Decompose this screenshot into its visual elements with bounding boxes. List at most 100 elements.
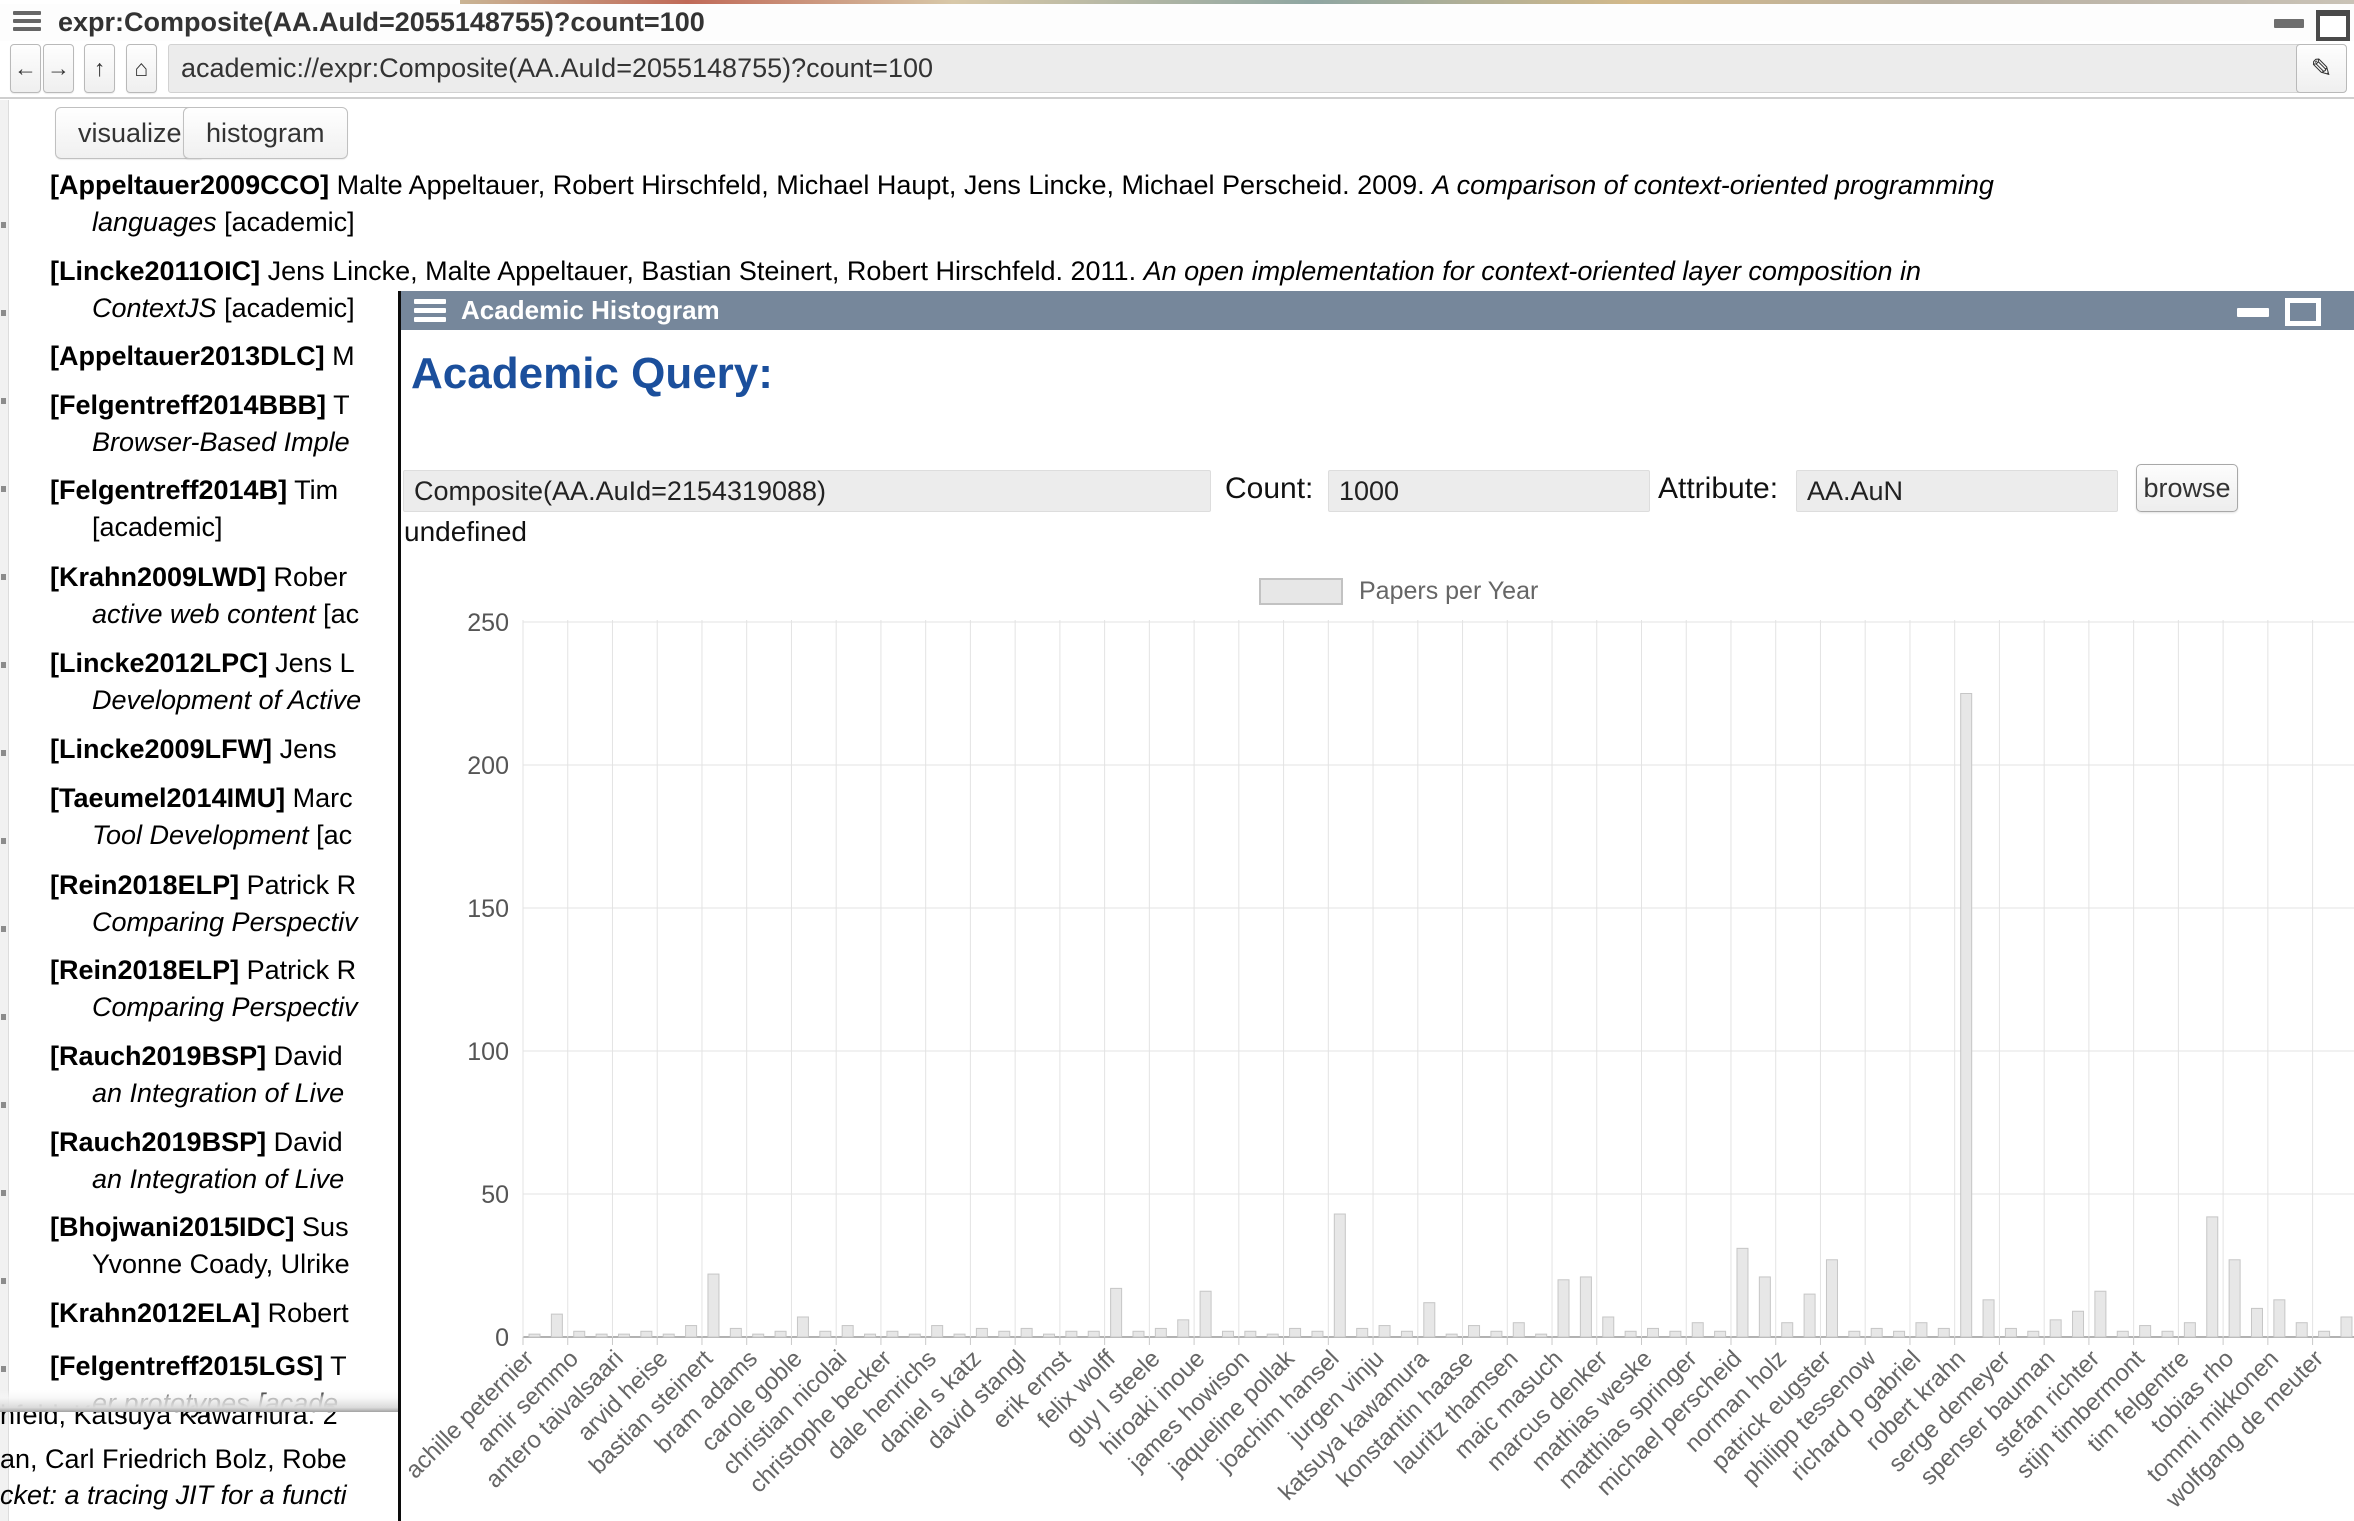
authors-text: T	[323, 1351, 347, 1381]
bar	[1312, 1331, 1323, 1337]
bar	[551, 1314, 562, 1337]
bar	[1871, 1328, 1882, 1337]
scrollbar-marks	[1, 140, 6, 1440]
bar	[1133, 1331, 1144, 1337]
y-axis-tick-label: 50	[481, 1181, 509, 1209]
bar	[1603, 1317, 1614, 1337]
citation-key: [Appeltauer2013DLC]	[50, 341, 325, 371]
bar	[1111, 1288, 1122, 1337]
bar	[1446, 1334, 1457, 1337]
minimize-icon[interactable]	[2274, 19, 2304, 28]
authors-text: Tim	[287, 475, 338, 505]
citation-key: [Taeumel2014IMU]	[50, 783, 285, 813]
citation-key: [Lincke2011OIC]	[50, 256, 260, 286]
status-text: undefined	[404, 516, 527, 548]
count-input[interactable]: 1000	[1328, 470, 1650, 512]
bar	[1916, 1323, 1927, 1337]
bar	[2341, 1317, 2352, 1337]
citation-key: [Felgentreff2014B]	[50, 475, 287, 505]
bar	[1648, 1328, 1659, 1337]
bar	[2229, 1260, 2240, 1337]
bar	[1401, 1331, 1412, 1337]
histogram-maximize-icon[interactable]	[2285, 298, 2321, 326]
background-text-line: an, Carl Friedrich Bolz, Robe	[0, 1444, 347, 1475]
bar	[887, 1331, 898, 1337]
histogram-menu-icon[interactable]	[414, 299, 446, 323]
bar	[1536, 1334, 1547, 1337]
citation-key: [Krahn2009LWD]	[50, 562, 266, 592]
y-axis-tick-label: 150	[467, 895, 509, 923]
pencil-icon: ✎	[2311, 53, 2333, 84]
maximize-icon[interactable]	[2316, 10, 2350, 41]
bar	[999, 1331, 1010, 1337]
main-menu-icon[interactable]	[13, 11, 41, 33]
url-input[interactable]: academic://expr:Composite(AA.AuId=205514…	[168, 44, 2301, 93]
navigation-bar: ← → ↑ ⌂ academic://expr:Composite(AA.AuI…	[0, 41, 2354, 99]
bar	[753, 1334, 764, 1337]
bar	[1491, 1331, 1502, 1337]
bar	[1558, 1280, 1569, 1337]
bar	[708, 1274, 719, 1337]
bar	[2251, 1308, 2262, 1337]
citation-key: [Rauch2019BSP]	[50, 1041, 266, 1071]
paper-entry[interactable]: [Appeltauer2009CCO] Malte Appeltauer, Ro…	[50, 167, 2350, 241]
bar	[775, 1331, 786, 1337]
y-axis-tick-label: 100	[467, 1038, 509, 1066]
bar	[1826, 1260, 1837, 1337]
bar	[1804, 1294, 1815, 1337]
back-button[interactable]: ←	[10, 44, 41, 93]
authors-text: Malte Appeltauer, Robert Hirschfeld, Mic…	[329, 170, 1432, 200]
bar	[1290, 1328, 1301, 1337]
chart-legend[interactable]: Papers per Year	[1259, 577, 1538, 606]
bar	[797, 1317, 808, 1337]
y-axis-tick-label: 0	[495, 1324, 509, 1352]
bar	[1357, 1328, 1368, 1337]
citation-key: [Rein2018ELP]	[50, 870, 239, 900]
left-scrollbar[interactable]	[0, 100, 9, 1521]
edit-url-button[interactable]: ✎	[2296, 44, 2347, 93]
bar	[574, 1331, 585, 1337]
up-button[interactable]: ↑	[84, 44, 115, 93]
authors-text: Jens Lincke, Malte Appeltauer, Bastian S…	[260, 256, 1144, 286]
query-expression-input[interactable]: Composite(AA.AuId=2154319088)	[403, 470, 1211, 512]
bar	[663, 1334, 674, 1337]
authors-text: David	[266, 1127, 343, 1157]
forward-button[interactable]: →	[43, 44, 74, 93]
bar	[2005, 1328, 2016, 1337]
histogram-button[interactable]: histogram	[183, 107, 348, 159]
citation-key: [Lincke2009LFW]	[50, 734, 272, 764]
bar	[842, 1326, 853, 1337]
bar	[932, 1326, 943, 1337]
background-text-line: cket: a tracing JIT for a functi	[0, 1480, 347, 1511]
authors-text: T	[326, 390, 350, 420]
bar	[1178, 1320, 1189, 1337]
action-row: visualize histogram	[0, 99, 2354, 163]
bar	[976, 1328, 987, 1337]
authors-text: Robert	[260, 1298, 349, 1328]
bar	[1200, 1291, 1211, 1337]
bar	[1021, 1328, 1032, 1337]
bar	[1044, 1334, 1055, 1337]
bar	[1938, 1328, 1949, 1337]
bar	[2140, 1326, 2151, 1337]
papers-per-year-chart: 050100150200250achille peternieramir sem…	[401, 606, 2354, 1521]
paper-title: A comparison of context-oriented program…	[1432, 170, 1994, 200]
histogram-titlebar[interactable]: Academic Histogram	[401, 291, 2354, 330]
bar	[909, 1334, 920, 1337]
histogram-minimize-icon[interactable]	[2237, 308, 2269, 317]
home-button[interactable]: ⌂	[126, 44, 157, 93]
authors-text: Jens	[272, 734, 337, 764]
bar	[1715, 1331, 1726, 1337]
bar	[596, 1334, 607, 1337]
citation-key: [Felgentreff2015LGS]	[50, 1351, 323, 1381]
authors-text: Patrick R	[239, 955, 356, 985]
attribute-label: Attribute:	[1658, 472, 1778, 506]
citation-key: [Lincke2012LPC]	[50, 648, 268, 678]
attribute-input[interactable]: AA.AuN	[1796, 470, 2118, 512]
bar	[820, 1331, 831, 1337]
paper-title: An open implementation for context-orien…	[1144, 256, 1921, 286]
bar	[1066, 1331, 1077, 1337]
bar	[2184, 1323, 2195, 1337]
y-axis-tick-label: 250	[467, 609, 509, 637]
browse-button[interactable]: browse	[2136, 464, 2238, 512]
